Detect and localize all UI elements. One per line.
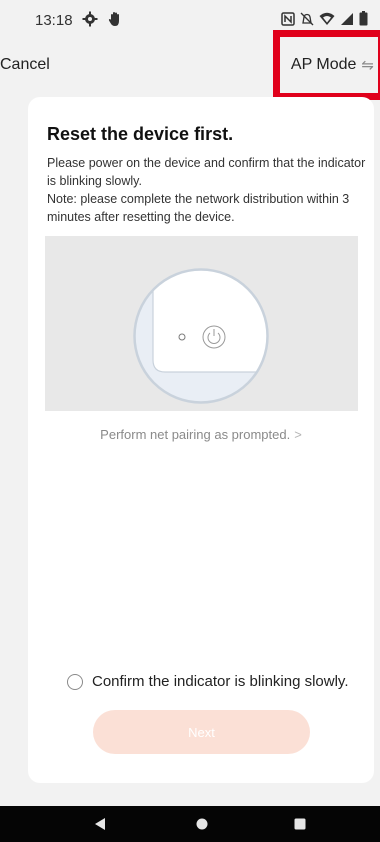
instruction-line-1: Please power on the device and confirm t… (47, 156, 366, 188)
status-bar: 13:18 (0, 0, 380, 40)
top-nav-bar: Cancel AP Mode ⇋ (0, 40, 380, 96)
net-pairing-link[interactable]: Perform net pairing as prompted. > (28, 427, 374, 442)
radio-circle-icon[interactable] (67, 673, 83, 690)
wifi-icon (319, 12, 335, 26)
nfc-icon (281, 11, 295, 26)
battery-icon (359, 11, 368, 26)
page-title: Reset the device first. (47, 124, 234, 144)
chevron-right-icon: > (294, 427, 302, 442)
home-icon[interactable] (196, 817, 208, 836)
ap-mode-label: AP Mode (290, 56, 357, 73)
confirm-blinking-checkbox[interactable]: Confirm the indicator is blinking slowly… (67, 673, 349, 690)
status-left-icons (82, 11, 122, 27)
back-icon[interactable] (94, 817, 106, 836)
settings-gear-icon (82, 11, 98, 27)
reset-instructions-card: Reset the device first. Please power on … (28, 97, 374, 783)
hand-icon (108, 11, 122, 27)
status-time: 13:18 (35, 12, 73, 29)
instruction-text: Please power on the device and confirm t… (47, 154, 369, 226)
status-right-icons (281, 11, 368, 26)
next-button[interactable]: Next (93, 710, 310, 754)
ap-mode-button[interactable]: AP Mode ⇋ (291, 56, 374, 74)
confirm-label: Confirm the indicator is blinking slowly… (92, 673, 349, 690)
instruction-note: Note: please complete the network distri… (47, 192, 350, 224)
net-pairing-label: Perform net pairing as prompted. (100, 427, 291, 442)
signal-icon (340, 12, 354, 26)
device-illustration (45, 236, 358, 411)
mute-icon (300, 12, 314, 26)
cancel-button[interactable]: Cancel (0, 56, 50, 74)
system-nav-bar (0, 806, 380, 842)
switch-arrows-icon: ⇋ (361, 57, 374, 74)
recents-icon[interactable] (294, 817, 306, 836)
